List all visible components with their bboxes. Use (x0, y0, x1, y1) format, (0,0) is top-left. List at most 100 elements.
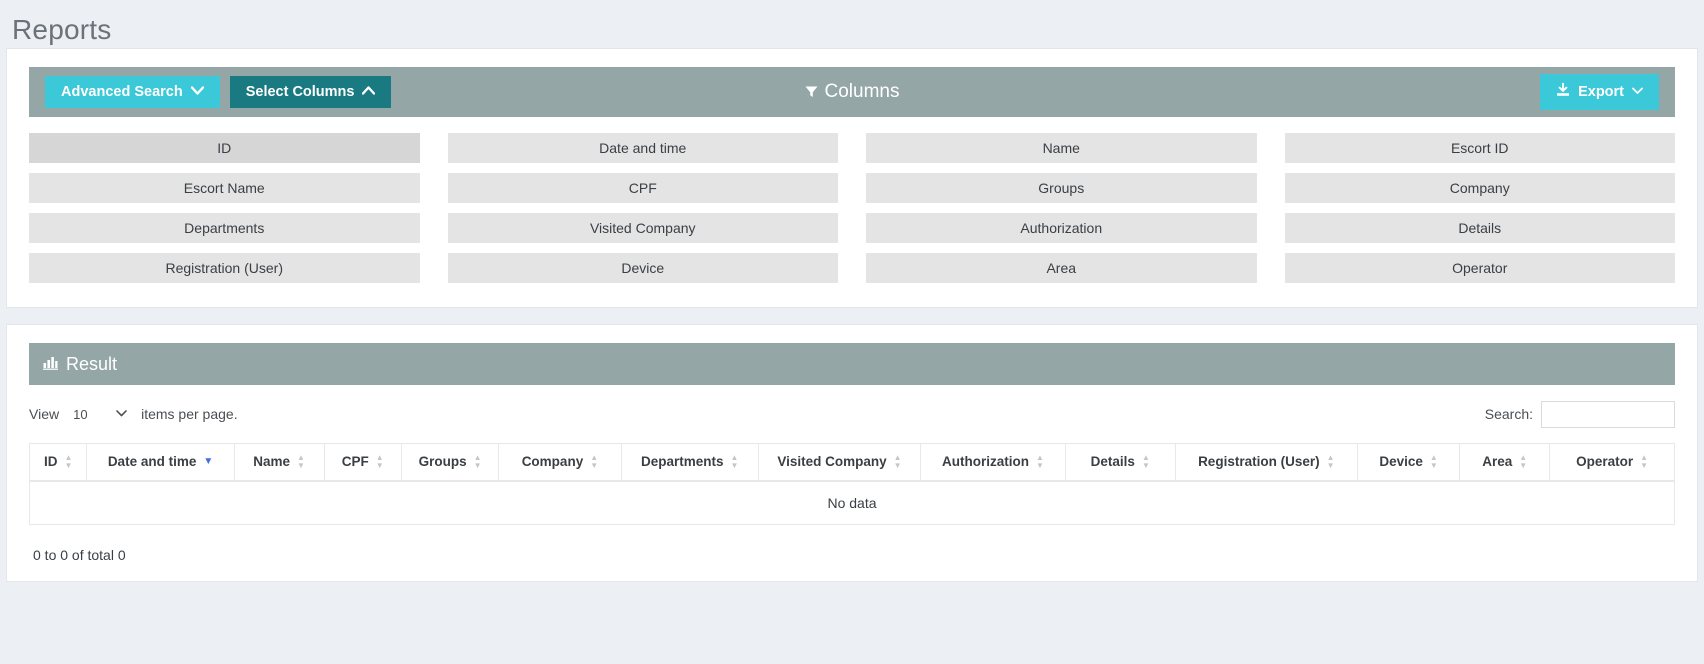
table-header-label: Company (521, 454, 584, 470)
view-suffix-label: items per page. (141, 406, 238, 422)
view-prefix-label: View (29, 406, 60, 422)
table-header-inner: Visited Company ▲ ▼ (777, 454, 902, 470)
page-title: Reports (12, 14, 112, 45)
table-header-inner: Details ▲ ▼ (1090, 454, 1150, 470)
table-header-cell[interactable]: CPF ▲ ▼ (323, 443, 402, 482)
search-label: Search: (1484, 406, 1533, 422)
table-header-inner: Date and time ▲▼ (108, 454, 213, 469)
table-header-cell[interactable]: Registration (User) ▲ ▼ (1174, 443, 1358, 482)
column-toggle-button[interactable]: Departments (29, 213, 420, 243)
advanced-search-label: Advanced Search (61, 83, 183, 100)
table-header-cell[interactable]: ID ▲ ▼ (28, 443, 88, 482)
table-header-inner: Name ▲ ▼ (253, 454, 305, 470)
column-toggle-button[interactable]: Company (1284, 173, 1675, 203)
table-header-cell[interactable]: Company ▲ ▼ (498, 443, 622, 482)
table-header-inner: Authorization ▲ ▼ (942, 454, 1044, 470)
table-header-cell[interactable]: Groups ▲ ▼ (400, 443, 500, 482)
column-toggle-button[interactable]: Name (866, 133, 1257, 163)
export-label: Export (1578, 83, 1624, 100)
result-table-head: ID▲▼Date and time▲▼Name▲▼CPF▲▼Groups▲▼Co… (28, 443, 1675, 482)
table-header-label: Details (1090, 454, 1135, 470)
table-header-label: CPF (341, 454, 369, 470)
sort-neutral-icon[interactable]: ▲ ▼ (1036, 454, 1044, 470)
column-toggle-button[interactable]: Registration (User) (29, 253, 420, 283)
select-columns-button[interactable]: Select Columns (229, 75, 392, 109)
page-root: Reports Advanced Search Select Columns C… (0, 0, 1704, 582)
table-header-cell[interactable]: Device ▲ ▼ (1356, 443, 1461, 482)
sort-neutral-icon[interactable]: ▲ ▼ (64, 454, 72, 470)
sort-neutral-icon[interactable]: ▲ ▼ (1519, 454, 1527, 470)
column-toggle-button[interactable]: Visited Company (447, 213, 838, 243)
sort-neutral-icon[interactable]: ▲ ▼ (590, 454, 598, 470)
table-header-cell[interactable]: Details ▲ ▼ (1064, 443, 1176, 482)
table-header-label: Groups (418, 454, 467, 470)
sort-desc-icon[interactable]: ▲▼ (203, 457, 213, 467)
table-header-cell[interactable]: Departments ▲ ▼ (620, 443, 759, 482)
sort-neutral-icon[interactable]: ▲ ▼ (894, 454, 902, 470)
table-header-cell[interactable]: Area ▲ ▼ (1459, 443, 1551, 482)
sort-neutral-icon[interactable]: ▲ ▼ (376, 454, 384, 470)
column-toggle-button[interactable]: Date and time (447, 133, 838, 163)
advanced-search-button[interactable]: Advanced Search (45, 75, 220, 109)
table-header-label: Date and time (107, 454, 197, 470)
sort-neutral-icon[interactable]: ▲ ▼ (1640, 454, 1648, 470)
export-button[interactable]: Export (1540, 74, 1659, 110)
table-header-inner: Device ▲ ▼ (1379, 454, 1438, 470)
toolbar-right-group: Export (1540, 74, 1659, 110)
table-header-label: Departments (640, 454, 724, 470)
columns-panel: Advanced Search Select Columns Columns E… (6, 48, 1698, 308)
table-header-inner: Area ▲ ▼ (1482, 454, 1527, 470)
column-toggle-button[interactable]: Authorization (866, 213, 1257, 243)
table-footer-info: 0 to 0 of total 0 (33, 547, 126, 563)
download-icon (1556, 82, 1570, 101)
toolbar-left-group: Advanced Search Select Columns (45, 75, 392, 109)
columns-toolbar: Advanced Search Select Columns Columns E… (29, 67, 1675, 117)
column-toggle-button[interactable]: Escort ID (1284, 133, 1675, 163)
column-toggle-button[interactable]: Area (866, 253, 1257, 283)
sort-neutral-icon[interactable]: ▲ ▼ (1327, 454, 1335, 470)
table-header-inner: Company ▲ ▼ (521, 454, 598, 470)
page-length-select[interactable]: 102550100 (69, 404, 132, 424)
columns-grid: ID Date and time Name Escort ID Escort Name C… (7, 117, 1697, 283)
search-input[interactable] (1541, 400, 1675, 428)
table-header-cell[interactable]: Visited Company ▲ ▼ (757, 443, 922, 482)
table-header-inner: Registration (User) ▲ ▼ (1198, 454, 1335, 470)
column-toggle-button[interactable]: Groups (866, 173, 1257, 203)
table-header-label: Device (1379, 454, 1423, 470)
sort-neutral-icon[interactable]: ▲ ▼ (1142, 454, 1150, 470)
page-length-select-wrapper: 102550100 (69, 404, 132, 424)
column-toggle-button[interactable]: Escort Name (29, 173, 420, 203)
column-toggle-button[interactable]: CPF (447, 173, 838, 203)
table-header-cell[interactable]: Date and time ▲▼ (86, 443, 235, 482)
table-header-inner: Departments ▲ ▼ (640, 454, 739, 470)
table-header-label: ID (43, 454, 58, 470)
table-header-label: Registration (User) (1198, 454, 1320, 470)
table-header-inner: Operator ▲ ▼ (1576, 454, 1648, 470)
chevron-up-icon (362, 86, 376, 98)
table-header-inner: Groups ▲ ▼ (418, 454, 482, 470)
sort-neutral-icon[interactable]: ▲ ▼ (297, 454, 305, 470)
table-header-row: ID▲▼Date and time▲▼Name▲▼CPF▲▼Groups▲▼Co… (28, 443, 1675, 482)
column-toggle-button[interactable]: Operator (1284, 253, 1675, 283)
table-header-label: Name (253, 454, 291, 470)
table-header-cell[interactable]: Name ▲ ▼ (233, 443, 325, 482)
column-toggle-button[interactable]: Details (1284, 213, 1675, 243)
table-header-label: Authorization (942, 454, 1030, 470)
no-data-message: No data (29, 480, 1675, 525)
table-header-inner: ID ▲ ▼ (43, 454, 72, 470)
sort-neutral-icon[interactable]: ▲ ▼ (1430, 454, 1438, 470)
result-header: Result (29, 343, 1675, 385)
column-toggle-button[interactable]: Device (447, 253, 838, 283)
sort-neutral-icon[interactable]: ▲ ▼ (474, 454, 482, 470)
table-controls: View 102550100 items per page. Search: (29, 385, 1675, 443)
result-panel: Result View 102550100 items per page. Se… (6, 324, 1698, 582)
table-header-cell[interactable]: Operator ▲ ▼ (1549, 443, 1675, 482)
columns-title-label: Columns (824, 81, 900, 102)
sort-neutral-icon[interactable]: ▲ ▼ (731, 454, 739, 470)
column-toggle-button[interactable]: ID (29, 133, 420, 163)
bar-chart-icon (43, 355, 58, 373)
result-header-label: Result (66, 353, 118, 374)
table-header-inner: CPF ▲ ▼ (341, 454, 384, 470)
table-header-cell[interactable]: Authorization ▲ ▼ (920, 443, 1066, 482)
result-body: View 102550100 items per page. Search: (7, 385, 1697, 563)
